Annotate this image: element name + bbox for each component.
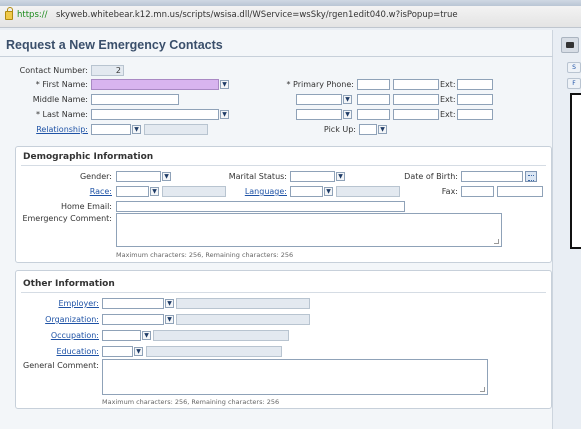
education-code-input[interactable] (102, 346, 133, 357)
occupation-chevron-down-icon[interactable]: ▼ (142, 331, 151, 340)
calendar-icon[interactable] (525, 171, 537, 182)
phone-area-3[interactable] (357, 109, 390, 120)
window-frame-strip (0, 0, 581, 6)
pick-up-select[interactable] (359, 124, 377, 135)
demographic-divider (21, 165, 546, 166)
race-code-input[interactable] (116, 186, 149, 197)
first-name-input[interactable] (91, 79, 219, 90)
middle-name-input[interactable] (91, 94, 179, 105)
last-name-input[interactable] (91, 109, 219, 120)
side-button-2[interactable]: F (567, 78, 581, 89)
relationship-dropdown-chevron-down-icon[interactable]: ▼ (132, 125, 141, 134)
race-link[interactable]: Race: (20, 187, 112, 196)
marital-status-label: Marital Status: (228, 172, 287, 181)
ext-label-2: Ext: (440, 95, 456, 104)
language-link[interactable]: Language: (215, 187, 287, 196)
middle-name-label: Middle Name: (32, 95, 88, 104)
camera-icon[interactable] (561, 37, 579, 53)
education-chevron-down-icon[interactable]: ▼ (134, 347, 143, 356)
url-text[interactable]: skyweb.whitebear.k12.mn.us/scripts/wsisa… (56, 10, 458, 20)
page-title: Request a New Emergency Contacts (6, 38, 223, 52)
fax-number[interactable] (497, 186, 543, 197)
primary-phone-area[interactable] (357, 79, 390, 90)
side-button-1[interactable]: S (567, 62, 581, 73)
pick-up-label: Pick Up: (323, 125, 356, 134)
employer-link[interactable]: Employer: (20, 299, 99, 308)
url-scheme[interactable]: https:// (17, 10, 47, 20)
last-name-label: * Last Name: (35, 110, 88, 119)
home-email-label: Home Email: (60, 202, 112, 211)
occupation-link[interactable]: Occupation: (20, 331, 99, 340)
emergency-comment-textarea[interactable] (116, 213, 502, 247)
side-panel-frame (570, 93, 581, 249)
employer-chevron-down-icon[interactable]: ▼ (165, 299, 174, 308)
gender-label: Gender: (79, 172, 112, 181)
language-chevron-down-icon[interactable]: ▼ (324, 187, 333, 196)
pick-up-chevron-down-icon[interactable]: ▼ (378, 125, 387, 134)
resize-grip[interactable] (494, 239, 499, 244)
gender-select[interactable] (116, 171, 161, 182)
primary-phone-label: * Primary Phone: (286, 80, 354, 89)
general-comment-note: Maximum characters: 256, Remaining chara… (102, 398, 280, 406)
relationship-link[interactable]: Relationship: (6, 125, 88, 134)
phone-number-2[interactable] (393, 94, 439, 105)
race-chevron-down-icon[interactable]: ▼ (150, 187, 159, 196)
primary-phone-number[interactable] (393, 79, 439, 90)
occupation-description (153, 330, 289, 341)
title-divider (0, 56, 553, 57)
phone-type-select-2[interactable] (296, 94, 342, 105)
fax-label: Fax: (441, 187, 458, 196)
ext-input-1[interactable] (457, 79, 493, 90)
resize-grip[interactable] (480, 387, 485, 392)
occupation-code-input[interactable] (102, 330, 141, 341)
ext-input-2[interactable] (457, 94, 493, 105)
phone-area-2[interactable] (357, 94, 390, 105)
relationship-code-input[interactable] (91, 124, 131, 135)
marital-status-select[interactable] (290, 171, 335, 182)
organization-link[interactable]: Organization: (20, 315, 99, 324)
lock-icon (5, 7, 13, 20)
contact-number-label: Contact Number: (19, 66, 88, 75)
general-comment-textarea[interactable] (102, 359, 488, 395)
general-comment-label: General Comment: (23, 361, 99, 370)
ext-input-3[interactable] (457, 109, 493, 120)
phone-type-select-3[interactable] (296, 109, 342, 120)
fax-area[interactable] (461, 186, 494, 197)
ext-label-1: Ext: (440, 80, 456, 89)
organization-chevron-down-icon[interactable]: ▼ (165, 315, 174, 324)
other-title: Other Information (23, 279, 115, 289)
language-code-input[interactable] (290, 186, 323, 197)
employer-code-input[interactable] (102, 298, 164, 309)
gender-chevron-down-icon[interactable]: ▼ (162, 172, 171, 181)
employer-description (176, 298, 310, 309)
organization-code-input[interactable] (102, 314, 164, 325)
language-description (336, 186, 400, 197)
emergency-comment-note: Maximum characters: 256, Remaining chara… (116, 251, 294, 259)
phone-number-3[interactable] (393, 109, 439, 120)
demographic-title: Demographic Information (23, 152, 154, 162)
ext-label-3: Ext: (440, 110, 456, 119)
emergency-comment-label: Emergency Comment: (22, 214, 112, 223)
first-name-label: * First Name: (35, 80, 88, 89)
dob-input[interactable] (461, 171, 523, 182)
contact-number-field: 2 (91, 65, 124, 76)
organization-description (176, 314, 310, 325)
dob-label: Date of Birth: (404, 172, 458, 181)
education-description (146, 346, 282, 357)
phone-type-2-chevron-down-icon[interactable]: ▼ (343, 95, 352, 104)
education-link[interactable]: Education: (20, 347, 99, 356)
relationship-description (144, 124, 208, 135)
phone-type-3-chevron-down-icon[interactable]: ▼ (343, 110, 352, 119)
home-email-input[interactable] (116, 201, 405, 212)
other-divider (21, 292, 546, 293)
marital-status-chevron-down-icon[interactable]: ▼ (336, 172, 345, 181)
first-name-dropdown-chevron-down-icon[interactable]: ▼ (220, 80, 229, 89)
last-name-dropdown-chevron-down-icon[interactable]: ▼ (220, 110, 229, 119)
